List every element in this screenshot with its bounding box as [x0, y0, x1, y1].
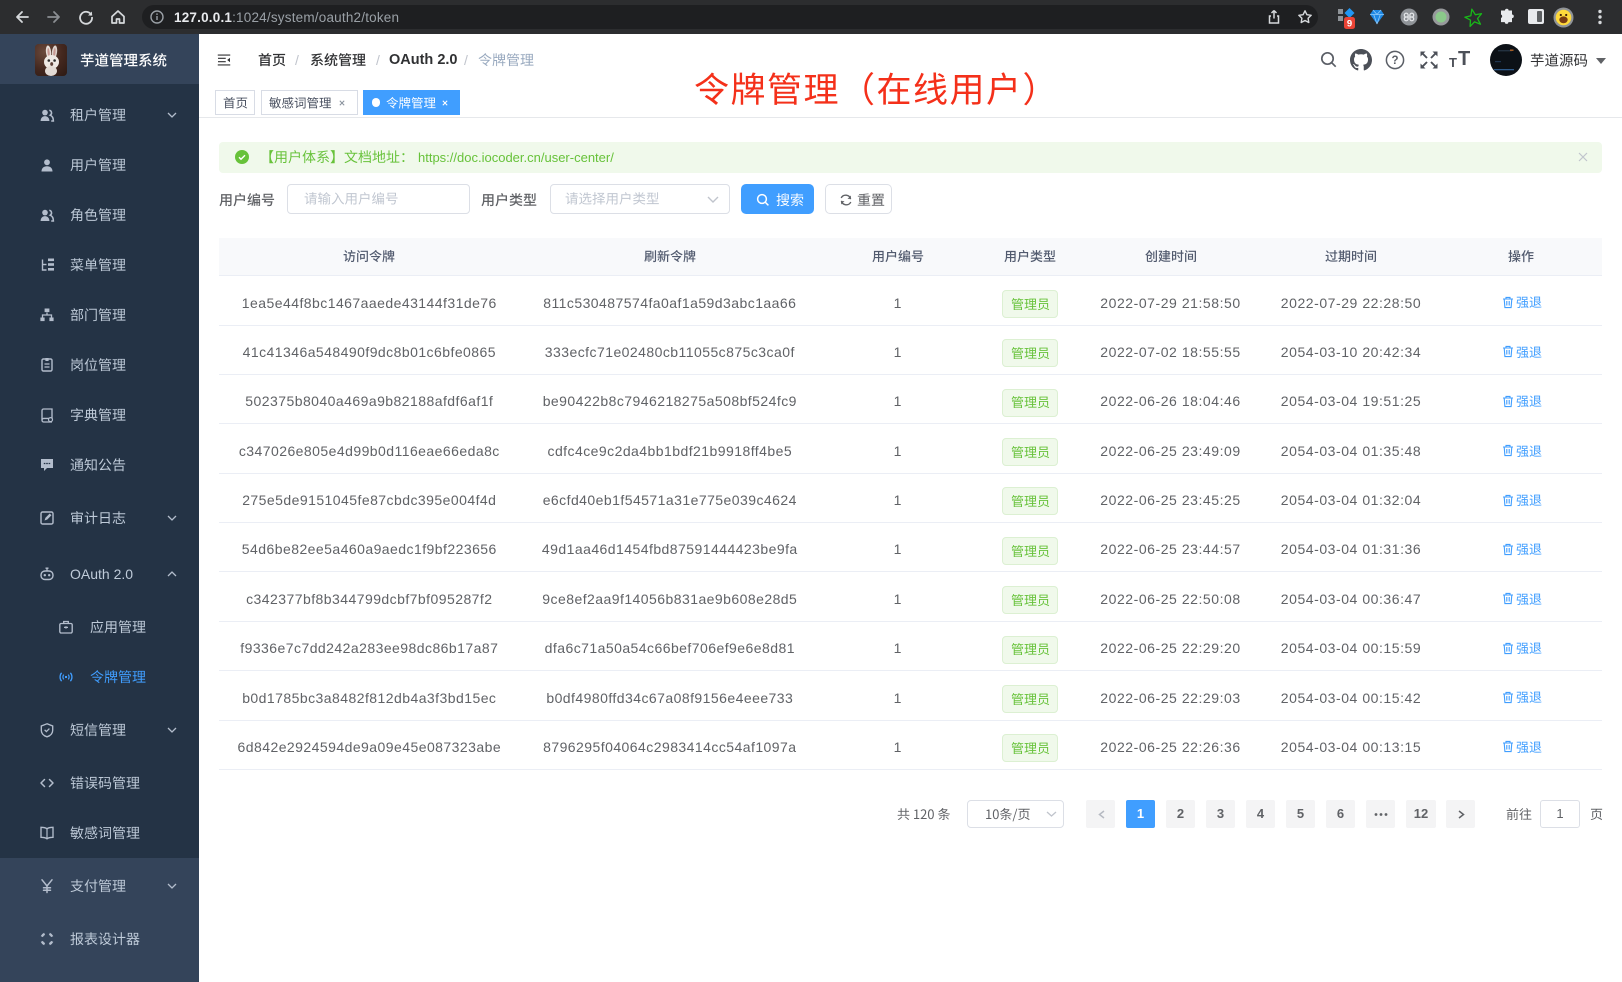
svg-text:9: 9: [1347, 19, 1352, 30]
svg-text:?: ?: [1391, 55, 1398, 67]
